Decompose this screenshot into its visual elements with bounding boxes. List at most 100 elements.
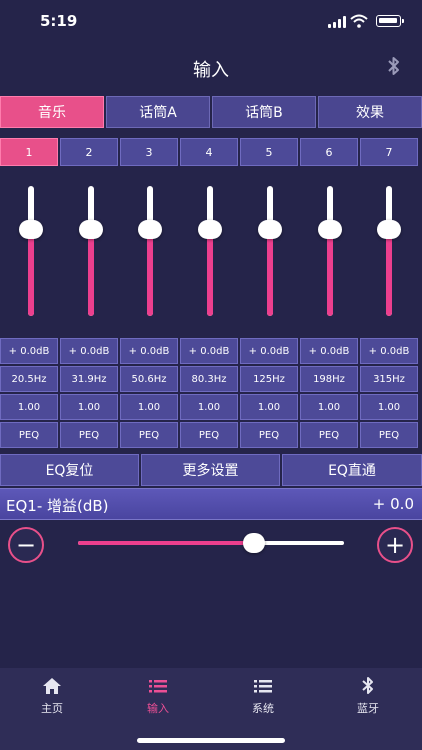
page-title: 输入 xyxy=(193,60,229,81)
wifi-icon xyxy=(350,14,368,28)
band-button-6[interactable]: 6 xyxy=(300,138,358,166)
q-cell-4[interactable]: 1.00 xyxy=(180,394,238,420)
q-cell-5[interactable]: 1.00 xyxy=(240,394,298,420)
eq-actions: EQ复位 更多设置 EQ直通 xyxy=(0,454,422,486)
type-cell-1[interactable]: PEQ xyxy=(0,422,58,448)
home-indicator xyxy=(137,738,285,743)
freq-cell-1[interactable]: 20.5Hz xyxy=(0,366,58,392)
nav-item-bluetooth[interactable]: 蓝牙 xyxy=(338,676,398,716)
increase-button[interactable]: + xyxy=(377,527,413,563)
band-slider-fill xyxy=(386,230,393,316)
band-slider-fill xyxy=(28,230,34,316)
status-bar: 5:19 xyxy=(0,0,422,44)
more-settings-button[interactable]: 更多设置 xyxy=(141,454,280,486)
gain-cell-1[interactable]: + 0.0dB xyxy=(0,338,58,364)
gain-cell-7[interactable]: + 0.0dB xyxy=(360,338,418,364)
type-cell-6[interactable]: PEQ xyxy=(300,422,358,448)
list-icon xyxy=(254,680,272,693)
type-cell-7[interactable]: PEQ xyxy=(360,422,418,448)
q-row: 1.00 1.00 1.00 1.00 1.00 1.00 1.00 xyxy=(0,394,422,422)
nav-label-input: 输入 xyxy=(147,702,169,715)
gain-slider-thumb[interactable] xyxy=(242,533,265,553)
nav-label-bluetooth: 蓝牙 xyxy=(357,702,379,715)
band-slider-thumb[interactable] xyxy=(138,220,163,239)
gain-cell-3[interactable]: + 0.0dB xyxy=(120,338,178,364)
q-cell-7[interactable]: 1.00 xyxy=(360,394,418,420)
freq-cell-3[interactable]: 50.6Hz xyxy=(120,366,178,392)
nav-item-input[interactable]: 输入 xyxy=(128,676,188,716)
band-slider-4[interactable] xyxy=(198,186,223,316)
freq-cell-6[interactable]: 198Hz xyxy=(300,366,358,392)
band-button-2[interactable]: 2 xyxy=(60,138,118,166)
band-slider-fill xyxy=(147,230,154,316)
q-cell-6[interactable]: 1.00 xyxy=(300,394,358,420)
band-slider-thumb[interactable] xyxy=(198,220,223,239)
tab-music[interactable]: 音乐 xyxy=(0,96,104,128)
battery-icon xyxy=(376,15,401,27)
nav-label-system: 系统 xyxy=(252,702,274,715)
band-slider-thumb[interactable] xyxy=(78,220,103,239)
freq-cell-5[interactable]: 125Hz xyxy=(240,366,298,392)
band-slider-fill xyxy=(207,230,214,316)
bluetooth-icon xyxy=(362,677,373,694)
freq-cell-2[interactable]: 31.9Hz xyxy=(60,366,118,392)
eq-reset-button[interactable]: EQ复位 xyxy=(0,454,139,486)
nav-item-home[interactable]: 主页 xyxy=(22,676,82,716)
band-sliders xyxy=(0,186,422,318)
input-tabs: 音乐 话筒A 话筒B 效果 xyxy=(0,96,422,128)
gain-cell-4[interactable]: + 0.0dB xyxy=(180,338,238,364)
freq-cell-4[interactable]: 80.3Hz xyxy=(180,366,238,392)
decrease-button[interactable]: − xyxy=(8,527,44,563)
type-cell-4[interactable]: PEQ xyxy=(180,422,238,448)
gain-label: EQ1- 增益(dB) xyxy=(6,497,109,515)
band-slider-fill xyxy=(266,230,273,316)
gain-cell-6[interactable]: + 0.0dB xyxy=(300,338,358,364)
band-slider-3[interactable] xyxy=(138,186,163,316)
band-slider-thumb[interactable] xyxy=(317,220,342,239)
gain-display: EQ1- 增益(dB) + 0.0 xyxy=(0,488,422,520)
type-cell-3[interactable]: PEQ xyxy=(120,422,178,448)
band-button-1[interactable]: 1 xyxy=(0,138,58,166)
home-icon xyxy=(43,678,61,694)
band-slider-thumb[interactable] xyxy=(377,220,402,239)
bluetooth-icon[interactable] xyxy=(385,55,403,77)
freq-cell-7[interactable]: 315Hz xyxy=(360,366,418,392)
band-slider-thumb[interactable] xyxy=(257,220,282,239)
list-icon xyxy=(149,680,167,693)
nav-label-home: 主页 xyxy=(41,702,63,715)
gain-value: + 0.0 xyxy=(372,495,414,513)
type-row: PEQ PEQ PEQ PEQ PEQ PEQ PEQ xyxy=(0,422,422,450)
band-button-5[interactable]: 5 xyxy=(240,138,298,166)
eq-bypass-button[interactable]: EQ直通 xyxy=(282,454,422,486)
signal-icon xyxy=(328,16,346,28)
nav-item-system[interactable]: 系统 xyxy=(233,676,293,716)
band-slider-7[interactable] xyxy=(377,186,402,316)
type-cell-5[interactable]: PEQ xyxy=(240,422,298,448)
gain-slider-fill xyxy=(78,541,254,545)
band-slider-6[interactable] xyxy=(317,186,342,316)
gain-cell-5[interactable]: + 0.0dB xyxy=(240,338,298,364)
band-slider-2[interactable] xyxy=(78,186,103,316)
q-cell-1[interactable]: 1.00 xyxy=(0,394,58,420)
type-cell-2[interactable]: PEQ xyxy=(60,422,118,448)
tab-mic-b[interactable]: 话筒B xyxy=(212,96,316,128)
band-slider-1[interactable] xyxy=(19,186,43,316)
band-slider-5[interactable] xyxy=(257,186,282,316)
q-cell-3[interactable]: 1.00 xyxy=(120,394,178,420)
q-cell-2[interactable]: 1.00 xyxy=(60,394,118,420)
tab-mic-a[interactable]: 话筒A xyxy=(106,96,210,128)
band-slider-fill xyxy=(326,230,333,316)
band-button-7[interactable]: 7 xyxy=(360,138,418,166)
band-slider-thumb[interactable] xyxy=(19,220,43,239)
eq-parameter-grid: + 0.0dB + 0.0dB + 0.0dB + 0.0dB + 0.0dB … xyxy=(0,338,422,450)
band-button-4[interactable]: 4 xyxy=(180,138,238,166)
gain-slider[interactable] xyxy=(78,533,344,553)
battery-tip xyxy=(402,19,404,23)
band-slider-fill xyxy=(87,230,94,316)
gain-cell-2[interactable]: + 0.0dB xyxy=(60,338,118,364)
gain-row: + 0.0dB + 0.0dB + 0.0dB + 0.0dB + 0.0dB … xyxy=(0,338,422,366)
band-selector: 1 2 3 4 5 6 7 xyxy=(0,138,422,166)
status-time: 5:19 xyxy=(40,12,78,30)
band-button-3[interactable]: 3 xyxy=(120,138,178,166)
tab-effects[interactable]: 效果 xyxy=(318,96,422,128)
